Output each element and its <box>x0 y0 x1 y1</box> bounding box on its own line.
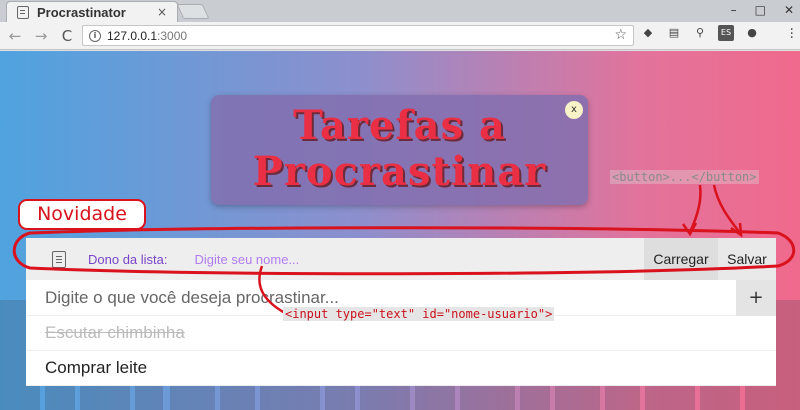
input-code-annotation: <input type="text" id="nome-usuario"> <box>283 307 555 321</box>
url-host: 127.0.0.1 <box>107 28 158 43</box>
film-extension-icon[interactable]: ▤ <box>666 25 682 41</box>
novidade-badge: Novidade <box>18 199 146 230</box>
title-card: Tarefas a Procrastinar x <box>211 95 588 205</box>
browser-tab[interactable]: Procrastinator × <box>6 1 178 22</box>
page-viewport: Tarefas a Procrastinar x Dono da lista: … <box>0 51 800 410</box>
page-title-line-2: Procrastinar <box>252 148 547 195</box>
url-port: :3000 <box>157 28 188 43</box>
notebook-icon <box>17 5 29 19</box>
es-extension-icon[interactable]: ES <box>718 25 734 41</box>
reload-button[interactable]: C <box>56 27 78 45</box>
new-tab-button[interactable] <box>176 4 210 19</box>
close-title-button[interactable]: x <box>565 101 583 119</box>
bookmark-star-icon[interactable]: ☆ <box>614 27 627 43</box>
window-controls: – □ ✕ <box>731 3 794 17</box>
pin-extension-icon[interactable]: ⚲ <box>692 25 708 41</box>
button-code-annotation: <button>...</button> <box>610 170 759 184</box>
layers-extension-icon[interactable]: ◆ <box>640 25 656 41</box>
minimize-icon[interactable]: – <box>731 3 737 17</box>
owner-label: Dono da lista: <box>88 251 168 267</box>
task-item[interactable]: Comprar leite <box>26 351 776 386</box>
address-bar[interactable]: i 127.0.0.1:3000 ☆ <box>82 25 634 46</box>
tab-title: Procrastinator <box>37 4 126 20</box>
save-button[interactable]: Salvar <box>718 238 776 280</box>
info-icon[interactable]: i <box>89 29 101 42</box>
owner-bar: Dono da lista: Carregar Salvar <box>26 238 776 280</box>
github-extension-icon[interactable]: ● <box>744 25 760 41</box>
browser-toolbar: ← → C i 127.0.0.1:3000 ☆ ◆ ▤ ⚲ ES ● · · · <box>0 22 800 50</box>
notebook-icon <box>52 250 66 268</box>
browser-menu-icon[interactable]: · · · <box>790 23 794 45</box>
new-task-input[interactable] <box>45 287 725 308</box>
tab-strip: Procrastinator × – □ ✕ <box>0 0 800 22</box>
url-text: 127.0.0.1:3000 <box>107 29 187 43</box>
close-window-icon[interactable]: ✕ <box>784 3 794 17</box>
add-task-button[interactable]: + <box>736 280 776 316</box>
page-title-line-1: Tarefas a <box>293 102 506 149</box>
tab-close-icon[interactable]: × <box>157 5 167 19</box>
owner-name-input[interactable] <box>194 251 495 267</box>
load-button[interactable]: Carregar <box>644 238 718 280</box>
maximize-icon[interactable]: □ <box>755 3 766 17</box>
task-item[interactable]: Escutar chimbinha <box>26 316 776 351</box>
extension-icons: ◆ ▤ ⚲ ES ● <box>640 25 760 41</box>
back-button[interactable]: ← <box>4 27 26 45</box>
forward-button[interactable]: → <box>30 27 52 45</box>
